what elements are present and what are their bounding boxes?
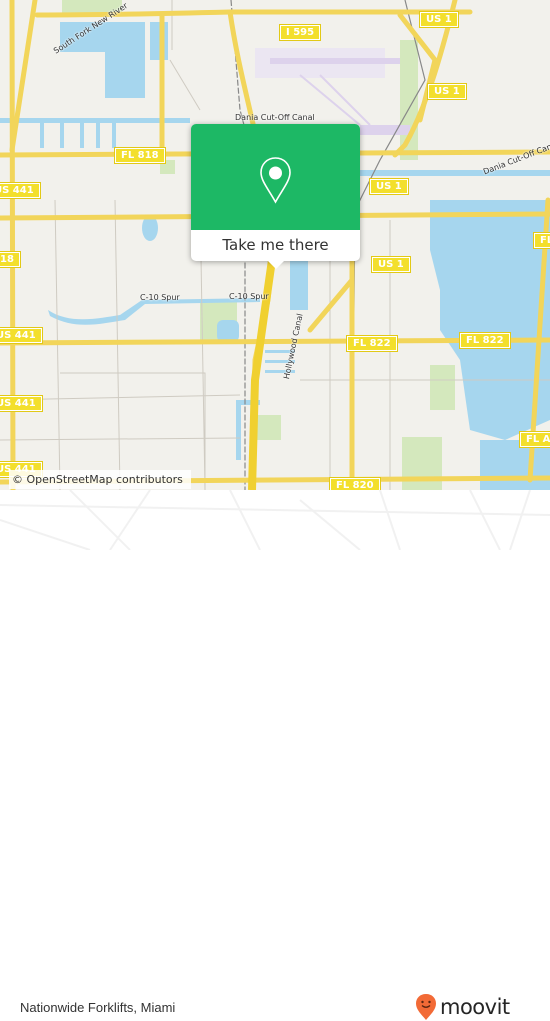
water-label: C-10 Spur: [229, 292, 269, 301]
road-shield: FL 822: [459, 332, 511, 349]
road-shield: US 441: [0, 327, 43, 344]
road-shield: FL A1A: [518, 431, 550, 448]
place-name: Nationwide Forklifts, Miami: [20, 1000, 176, 1015]
location-pin-icon: [260, 157, 291, 204]
take-me-there-button[interactable]: Take me there: [191, 230, 360, 261]
road-shield: US 1: [369, 178, 409, 195]
road-shield: FL: [532, 232, 550, 249]
road-shield: I 595: [278, 24, 322, 41]
popup-header: [191, 124, 360, 230]
road-shield: US 441: [0, 182, 41, 199]
road-shield: US 441: [0, 395, 43, 412]
map-attribution[interactable]: © OpenStreetMap contributors: [9, 470, 191, 489]
road-shield: US 1: [371, 256, 411, 273]
moovit-pin-icon: [416, 994, 436, 1020]
road-shield: FL 822: [346, 335, 398, 352]
road-shield: 18: [0, 251, 21, 268]
footer-background-pattern: [0, 490, 550, 550]
road-shield: FL 818: [114, 147, 166, 164]
map-view[interactable]: I 595 US 1 US 1 US 1 US 1 FL 818 US 441 …: [0, 0, 550, 490]
water-label: C-10 Spur: [140, 293, 180, 302]
brand-name: moovit: [440, 995, 510, 1019]
footer: Nationwide Forklifts, Miami moovit: [0, 490, 550, 1020]
road-shield: US 1: [427, 83, 467, 100]
moovit-logo[interactable]: moovit: [415, 993, 510, 1021]
popup-pointer: [267, 260, 285, 269]
road-shield: FL 820: [329, 477, 381, 490]
location-popup[interactable]: Take me there: [191, 124, 360, 269]
road-shield: US 1: [419, 11, 459, 28]
water-label: Dania Cut-Off Canal: [235, 113, 315, 122]
